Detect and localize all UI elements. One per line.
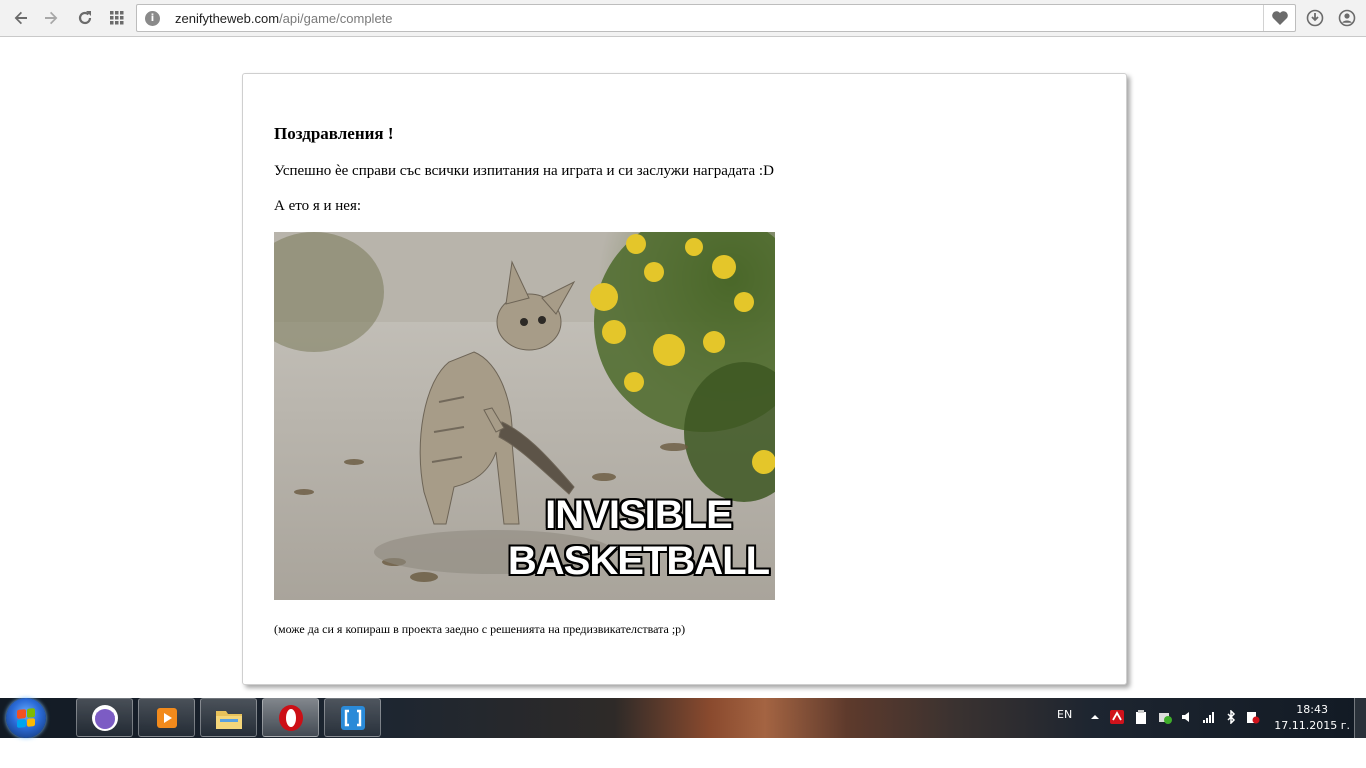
account-icon (1338, 9, 1356, 27)
meme-caption-line2: BASKETBALL (507, 539, 770, 583)
file-explorer-icon (215, 710, 242, 729)
bluetooth-icon[interactable] (1224, 710, 1238, 724)
volume-icon[interactable] (1180, 710, 1194, 724)
footnote: (може да си я копираш в проекта заедно с… (274, 622, 686, 636)
address-bar[interactable]: i zenifytheweb.com/api/game/complete (136, 4, 1296, 32)
taskbar-app-cat[interactable] (76, 698, 133, 737)
forward-button[interactable] (38, 5, 64, 31)
arrow-left-icon (14, 11, 27, 25)
taskbar: EN 18:43 17.11.2015 г. (0, 698, 1366, 738)
code-editor-icon (340, 705, 365, 730)
success-message: Успешно ѐе справи със всички изпитания н… (274, 163, 774, 179)
antivirus-icon[interactable] (1110, 710, 1124, 724)
windows-logo-icon (17, 708, 35, 728)
security-check-icon[interactable] (1158, 710, 1172, 724)
reload-icon (78, 11, 92, 25)
reward-intro: А ето я и нея: (274, 198, 362, 214)
back-button[interactable] (8, 5, 34, 31)
clock[interactable]: 18:43 17.11.2015 г. (1274, 702, 1350, 734)
opera-icon (278, 704, 303, 731)
bookmark-button[interactable] (1263, 5, 1295, 31)
clock-date: 17.11.2015 г. (1274, 719, 1350, 732)
page-info-icon[interactable]: i (145, 11, 160, 26)
apps-button[interactable] (104, 5, 130, 31)
url-host: zenifytheweb.com (175, 11, 280, 26)
cat-app-icon (91, 704, 118, 731)
download-icon (1306, 9, 1324, 27)
heart-icon (1271, 11, 1288, 25)
content-card: Поздравления ! Успешно ѐе справи със вси… (242, 73, 1127, 685)
downloads-button[interactable] (1302, 5, 1328, 31)
account-button[interactable] (1334, 5, 1360, 31)
arrow-right-icon (45, 11, 58, 25)
reload-button[interactable] (72, 5, 98, 31)
url-path: /api/game/complete (279, 11, 393, 26)
meme-caption: INVISIBLE BASKETBALL (507, 492, 770, 584)
taskbar-app-media[interactable] (138, 698, 195, 737)
reward-meme-image: INVISIBLE BASKETBALL (274, 232, 775, 600)
grid-icon (110, 11, 124, 25)
browser-toolbar: i zenifytheweb.com/api/game/complete (0, 0, 1366, 37)
clock-time: 18:43 (1296, 703, 1328, 716)
taskbar-app-opera[interactable] (262, 698, 319, 737)
start-button[interactable] (6, 698, 46, 738)
meme-caption-line1: INVISIBLE (545, 493, 733, 537)
url-text[interactable]: zenifytheweb.com/api/game/complete (175, 11, 393, 26)
page-title: Поздравления ! (274, 124, 394, 143)
system-tray: EN 18:43 17.11.2015 г. (1050, 698, 1366, 738)
media-player-icon (156, 707, 177, 728)
language-indicator[interactable]: EN (1057, 708, 1072, 721)
network-signal-icon[interactable] (1202, 710, 1216, 724)
clipboard-icon[interactable] (1134, 710, 1148, 724)
action-center-icon[interactable] (1246, 710, 1260, 724)
chevron-up-icon[interactable] (1088, 710, 1102, 724)
taskbar-app-explorer[interactable] (200, 698, 257, 737)
taskbar-app-editor[interactable] (324, 698, 381, 737)
show-desktop-button[interactable] (1354, 698, 1366, 738)
